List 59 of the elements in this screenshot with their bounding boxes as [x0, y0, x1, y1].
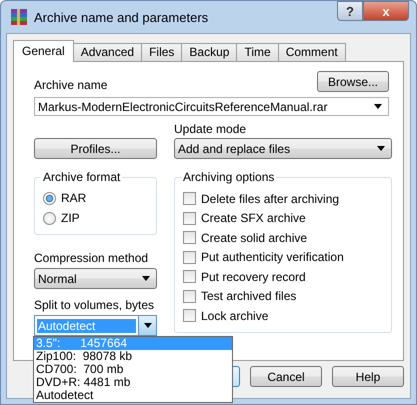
dialog-button[interactable]: Help: [332, 366, 404, 387]
caret-icon: [142, 276, 150, 281]
field-label: Archive name: [34, 78, 108, 92]
checkbox[interactable]: [183, 212, 196, 225]
checkbox-option[interactable]: Create solid archive: [183, 228, 383, 248]
field-label: Compression method: [34, 251, 150, 265]
field-label: Split to volumes, bytes: [34, 298, 156, 312]
option-label: Delete files after archiving: [201, 192, 340, 206]
tab[interactable]: Time: [236, 43, 279, 61]
tab[interactable]: Files: [141, 43, 182, 61]
checkbox-option[interactable]: Test archived files: [183, 286, 383, 306]
option-label: RAR: [61, 191, 86, 205]
caret-icon: [144, 323, 152, 328]
tab[interactable]: Comment: [278, 43, 346, 61]
checkbox[interactable]: [183, 250, 196, 264]
checkbox-option[interactable]: Create SFX archive: [183, 208, 383, 228]
checkbox[interactable]: [183, 290, 196, 303]
option-label: Create solid archive: [201, 230, 308, 245]
tab[interactable]: Advanced: [72, 43, 142, 61]
browse-button[interactable]: Browse...: [317, 71, 389, 92]
radio-option[interactable]: RAR: [43, 188, 148, 208]
dropdown-item[interactable]: Zip100: 98078 kb: [34, 350, 232, 363]
tab[interactable]: General: [13, 40, 74, 62]
profiles-button[interactable]: Profiles...: [34, 138, 157, 159]
checkbox[interactable]: [183, 192, 196, 206]
books-icon: [10, 8, 28, 26]
close-button[interactable]: x: [363, 1, 409, 21]
checkbox-option[interactable]: Delete files after archiving: [183, 189, 383, 208]
checkbox[interactable]: [183, 309, 196, 322]
dropdown-item[interactable]: Autodetect: [34, 389, 232, 402]
update-mode-dropdown[interactable]: Add and replace files: [174, 138, 392, 159]
radio-button[interactable]: [43, 212, 56, 224]
field-label: Update mode: [174, 122, 248, 136]
dropdown-item[interactable]: CD700: 700 mb: [34, 363, 232, 376]
dialog-button[interactable]: Cancel: [250, 366, 322, 387]
window-title: Archive name and parameters: [34, 10, 210, 24]
option-label: Put recovery record: [201, 270, 306, 284]
group-title: Archive format: [41, 170, 122, 184]
dropdown-button[interactable]: [138, 316, 156, 335]
tab[interactable]: Backup: [181, 43, 238, 61]
option-label: Lock archive: [201, 308, 268, 323]
archive-name-field[interactable]: Markus-ModernElectronicCircuitsReferenceManual.rar: [34, 97, 389, 116]
caret-icon: [374, 104, 382, 109]
checkbox[interactable]: [183, 231, 196, 244]
group-title: Archiving options: [181, 170, 276, 184]
compression-dropdown[interactable]: Normal: [34, 268, 157, 289]
help-button[interactable]: ?: [337, 1, 363, 21]
option-label: Put authenticity verification: [201, 250, 344, 264]
option-label: Test archived files: [201, 289, 296, 304]
checkbox-option[interactable]: Lock archive: [183, 306, 383, 326]
checkbox[interactable]: [183, 270, 196, 284]
option-label: Create SFX archive: [201, 211, 306, 226]
radio-option[interactable]: ZIP: [43, 208, 148, 228]
option-label: ZIP: [61, 211, 80, 225]
checkbox-option[interactable]: Put authenticity verification: [183, 248, 383, 267]
dropdown-item[interactable]: DVD+R: 4481 mb: [34, 376, 232, 389]
caret-icon: [377, 146, 385, 151]
checkbox-option[interactable]: Put recovery record: [183, 267, 383, 286]
radio-button[interactable]: [43, 192, 56, 204]
